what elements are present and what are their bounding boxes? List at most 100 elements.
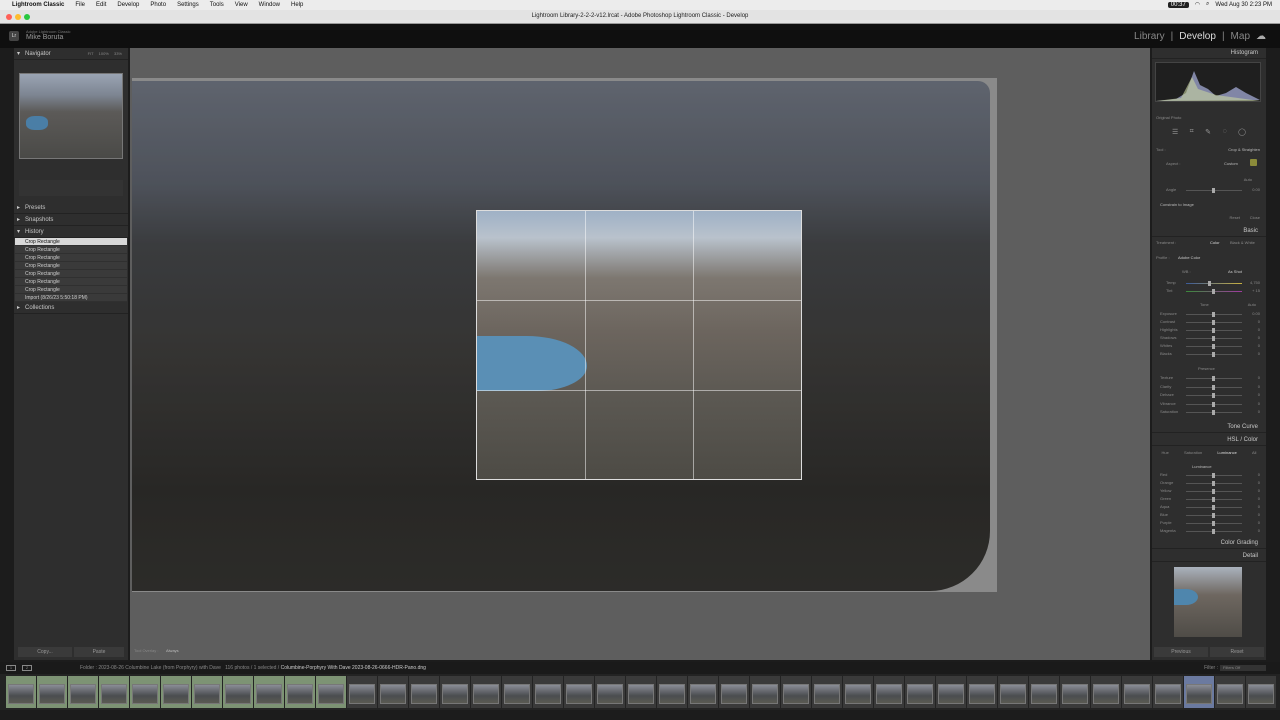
filmstrip[interactable] (0, 674, 1280, 710)
slider-knob[interactable] (1212, 336, 1215, 341)
filmstrip-thumbnail[interactable] (535, 684, 561, 704)
filmstrip-thumbnail[interactable] (473, 684, 499, 704)
filmstrip-thumbnail[interactable] (597, 684, 623, 704)
slider-value[interactable]: 0 (1258, 384, 1260, 389)
history-item[interactable]: Crop Rectangle (15, 278, 127, 286)
angle-slider[interactable] (1186, 188, 1242, 193)
auto-button[interactable]: Auto (1244, 177, 1252, 182)
hsl-header[interactable]: HSL / Color (1152, 435, 1266, 446)
filmstrip-cell[interactable] (378, 676, 408, 708)
filmstrip-thumbnail[interactable] (1186, 684, 1212, 704)
filmstrip-folder[interactable]: Folder : 2023-08-26 Columbine Lake (from… (80, 665, 221, 671)
filmstrip-thumbnail[interactable] (752, 684, 778, 704)
recording-badge[interactable]: 00:37 (1167, 1, 1189, 8)
adjust-slider[interactable] (1186, 393, 1242, 398)
filmstrip-cell[interactable] (1215, 676, 1245, 708)
treatment-color[interactable]: Color (1210, 240, 1220, 245)
filmstrip-cell[interactable] (874, 676, 904, 708)
filmstrip-thumbnail[interactable] (845, 684, 871, 704)
constrain-checkbox[interactable]: Constrain to Image (1160, 202, 1194, 207)
slider-value[interactable]: 0 (1258, 528, 1260, 533)
slider-value[interactable]: 0 (1258, 319, 1260, 324)
page-1-button[interactable]: 1 (6, 665, 16, 671)
filmstrip-cell[interactable] (533, 676, 563, 708)
reset-button[interactable]: Reset (1210, 647, 1264, 657)
filmstrip-cell[interactable] (192, 676, 222, 708)
edit-icon[interactable]: ☰ (1172, 128, 1178, 140)
nav-fit[interactable]: FIT (88, 51, 94, 56)
slider-knob[interactable] (1212, 410, 1215, 415)
slider-knob[interactable] (1212, 384, 1215, 390)
history-item[interactable]: Crop Rectangle (15, 262, 127, 270)
filmstrip-cell[interactable] (595, 676, 625, 708)
filmstrip-cell[interactable] (254, 676, 284, 708)
slider-knob[interactable] (1212, 344, 1215, 349)
filmstrip-cell[interactable] (750, 676, 780, 708)
adjust-slider[interactable] (1186, 320, 1242, 325)
filmstrip-thumbnail[interactable] (442, 684, 468, 704)
history-header[interactable]: History (14, 226, 128, 238)
menu-settings[interactable]: Settings (177, 2, 199, 8)
hsl-tab-saturation[interactable]: Saturation (1184, 450, 1202, 455)
history-item[interactable]: Crop Rectangle (15, 246, 127, 254)
crop-reset-button[interactable]: Reset (1230, 215, 1240, 220)
adjust-slider[interactable] (1186, 384, 1242, 390)
slider-value[interactable]: 0 (1258, 488, 1260, 493)
slider-knob[interactable] (1212, 489, 1215, 494)
slider-value[interactable]: 0 (1258, 520, 1260, 525)
filmstrip-thumbnail[interactable] (938, 684, 964, 704)
crop-rectangle[interactable] (476, 210, 802, 480)
filmstrip-thumbnail[interactable] (318, 684, 344, 704)
filmstrip-cell[interactable] (905, 676, 935, 708)
filmstrip-thumbnail[interactable] (969, 684, 995, 704)
slider-knob[interactable] (1212, 521, 1215, 526)
filmstrip-thumbnail[interactable] (256, 684, 282, 704)
filmstrip-cell[interactable] (471, 676, 501, 708)
filmstrip-cell[interactable] (812, 676, 842, 708)
filmstrip-thumbnail[interactable] (504, 684, 530, 704)
adjust-slider[interactable] (1186, 336, 1242, 341)
crop-close-button[interactable]: Close (1250, 215, 1260, 220)
masking-icon[interactable]: ◌ (1223, 128, 1227, 140)
histogram-header[interactable]: Histogram (1152, 48, 1266, 59)
filmstrip-cell[interactable] (1029, 676, 1059, 708)
filmstrip-cell[interactable] (502, 676, 532, 708)
filmstrip-cell[interactable] (1153, 676, 1183, 708)
filmstrip-thumbnail[interactable] (721, 684, 747, 704)
wifi-icon[interactable]: ◠ (1195, 1, 1200, 8)
menu-tools[interactable]: Tools (210, 2, 224, 8)
slider-value[interactable]: 0 (1258, 375, 1260, 380)
adjust-slider[interactable] (1186, 410, 1242, 415)
paste-button[interactable]: Paste (74, 647, 124, 657)
redeye-icon[interactable]: ◯ (1238, 128, 1246, 140)
filmstrip-cell[interactable] (1060, 676, 1090, 708)
slider-knob[interactable] (1212, 473, 1215, 478)
slider-value[interactable]: 0 (1258, 351, 1260, 356)
history-item[interactable]: Crop Rectangle (15, 254, 127, 262)
slider-knob[interactable] (1212, 352, 1215, 357)
search-icon[interactable]: ⌕ (1206, 1, 1209, 8)
filmstrip-thumbnail[interactable] (1217, 684, 1243, 704)
adjust-slider[interactable] (1186, 521, 1242, 526)
nav-33[interactable]: 33% (114, 51, 122, 56)
hsl-tab-hue[interactable]: Hue (1162, 450, 1169, 455)
slider-knob[interactable] (1212, 481, 1215, 486)
adjust-slider[interactable] (1186, 529, 1242, 534)
slider-knob[interactable] (1212, 497, 1215, 502)
adjust-slider[interactable] (1186, 401, 1242, 407)
filmstrip-cell[interactable] (1091, 676, 1121, 708)
minimize-window-icon[interactable] (15, 14, 21, 20)
history-item[interactable]: Crop Rectangle (15, 238, 127, 246)
snapshots-header[interactable]: Snapshots (14, 214, 128, 226)
filmstrip-thumbnail[interactable] (1155, 684, 1181, 704)
adjust-slider[interactable] (1186, 489, 1242, 494)
filmstrip-cell[interactable] (1184, 676, 1214, 708)
adjust-slider[interactable] (1186, 473, 1242, 478)
page-2-button[interactable]: 2 (22, 665, 32, 671)
menu-photo[interactable]: Photo (150, 2, 166, 8)
filmstrip-thumbnail[interactable] (349, 684, 375, 704)
tone-curve-header[interactable]: Tone Curve (1152, 422, 1266, 433)
slider-value[interactable]: 0 (1258, 512, 1260, 517)
filmstrip-thumbnail[interactable] (1248, 684, 1274, 704)
filmstrip-filename[interactable]: Columbine-Porphyry With Dave 2023-08-26-… (281, 665, 426, 671)
